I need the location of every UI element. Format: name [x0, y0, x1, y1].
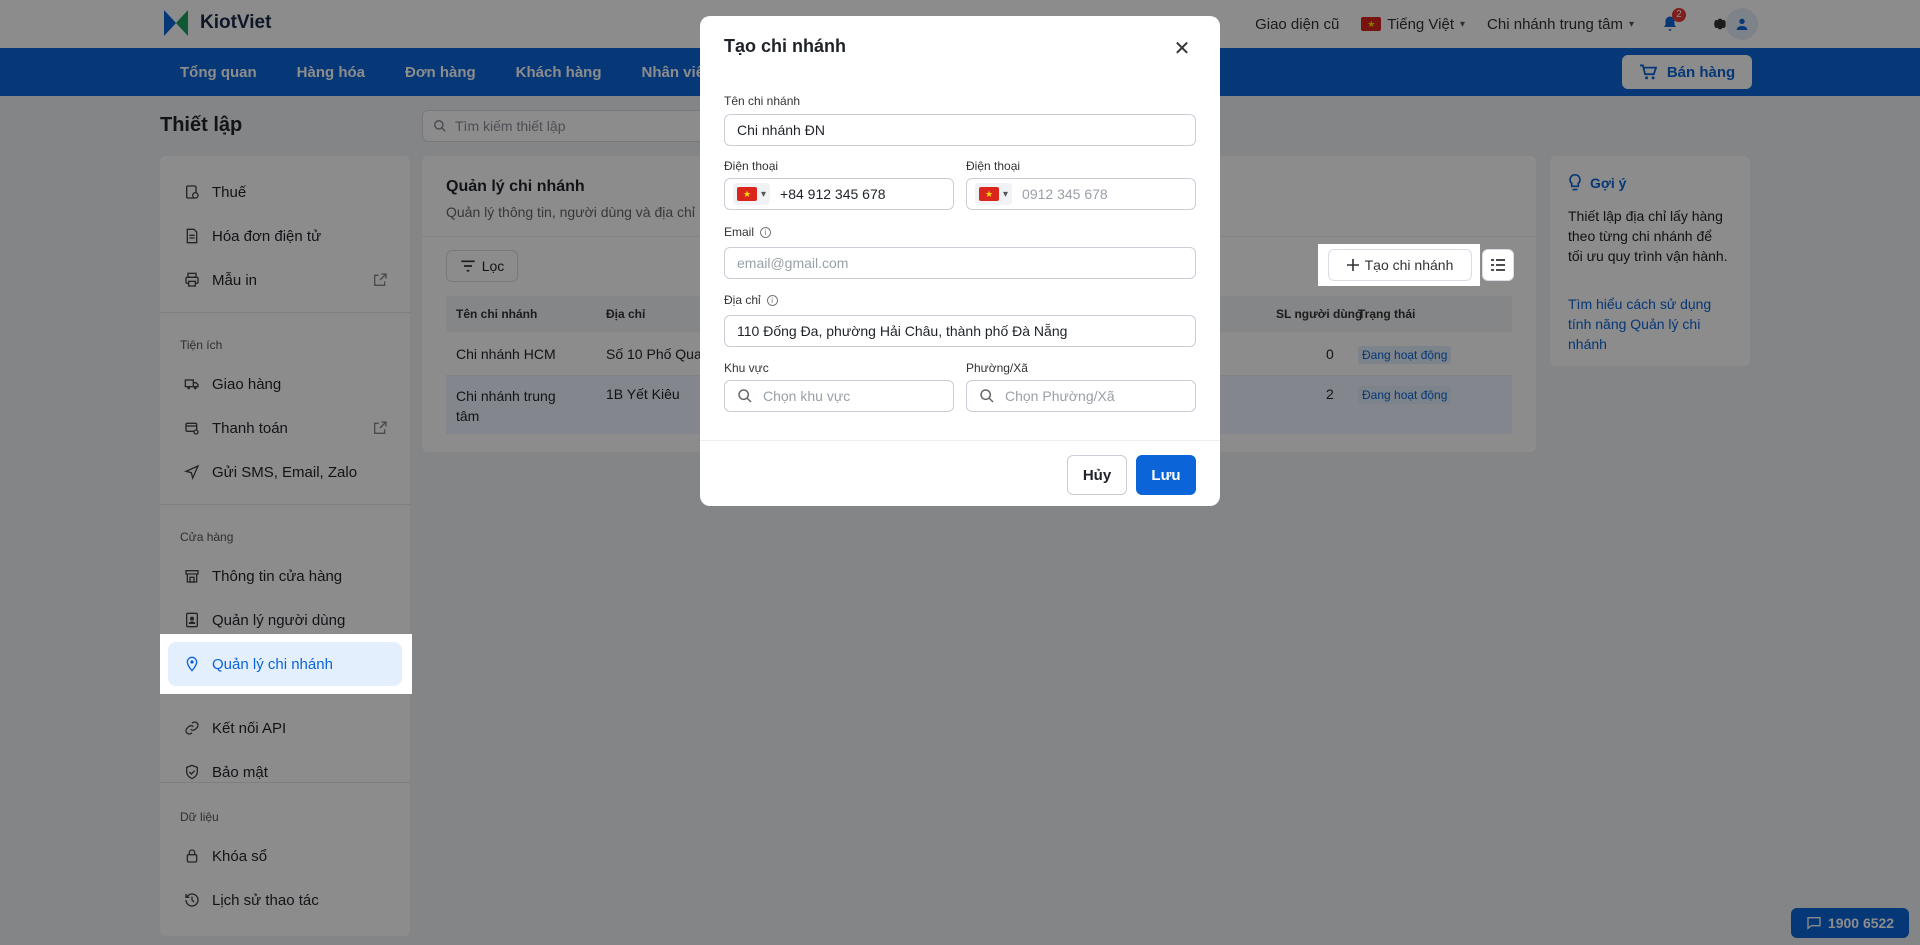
create-branch-label: Tạo chi nhánh — [1364, 257, 1454, 273]
chevron-down-icon: ▾ — [1003, 188, 1009, 200]
vietnam-flag-icon — [737, 187, 757, 201]
region-label: Khu vực — [724, 361, 769, 375]
address-input[interactable]: 110 Đống Đa, phường Hải Châu, thành phố … — [724, 315, 1196, 347]
search-icon — [980, 389, 994, 403]
create-branch-button[interactable]: Tạo chi nhánh — [1328, 249, 1472, 281]
input-placeholder: Chọn khu vực — [763, 388, 851, 404]
create-branch-modal: Tạo chi nhánh ✕ Tên chi nhánh Chi nhánh … — [700, 16, 1220, 506]
active-sidebar-highlight: Quản lý chi nhánh — [160, 634, 412, 694]
modal-title: Tạo chi nhánh — [724, 36, 847, 56]
label-text: Phường/Xã — [966, 361, 1028, 375]
chevron-down-icon: ▾ — [761, 188, 767, 200]
input-value: +84 912 345 678 — [780, 186, 886, 202]
label-text: Email — [724, 225, 755, 239]
info-icon[interactable]: i — [766, 294, 778, 306]
cancel-button[interactable]: Hủy — [1067, 455, 1127, 495]
email-label: Email i — [724, 225, 772, 239]
branch-name-label: Tên chi nhánh — [724, 94, 800, 108]
label-text: Khu vực — [724, 361, 769, 375]
branch-name-input[interactable]: Chi nhánh ĐN — [724, 114, 1196, 146]
input-placeholder: email@gmail.com — [737, 255, 849, 271]
email-field[interactable]: email@gmail.com — [724, 247, 1196, 279]
phone1-input[interactable]: ▾ +84 912 345 678 — [724, 178, 954, 210]
input-value: 110 Đống Đa, phường Hải Châu, thành phố … — [737, 323, 1068, 339]
save-button[interactable]: Lưu — [1136, 455, 1196, 495]
label-text: Địa chỉ — [724, 293, 761, 307]
modal-footer-divider — [700, 440, 1220, 441]
info-icon[interactable]: i — [760, 226, 772, 238]
sidebar-item-branch-management[interactable]: Quản lý chi nhánh — [168, 642, 402, 686]
vietnam-flag-icon — [979, 187, 999, 201]
address-label: Địa chỉ i — [724, 293, 778, 307]
region-select[interactable]: Chọn khu vực — [724, 380, 954, 412]
search-icon — [738, 389, 752, 403]
plus-icon — [1346, 259, 1359, 271]
ward-label: Phường/Xã — [966, 361, 1028, 375]
input-value: Chi nhánh ĐN — [737, 122, 825, 138]
list-view-icon — [1491, 259, 1505, 271]
label-text: Tên chi nhánh — [724, 94, 801, 108]
country-code-selector[interactable]: ▾ — [733, 183, 771, 205]
phone2-input[interactable]: ▾ 0912 345 678 — [966, 178, 1196, 210]
country-code-selector[interactable]: ▾ — [975, 183, 1013, 205]
label-text: Điện thoại — [724, 159, 779, 173]
sidebar-item-label: Quản lý chi nhánh — [212, 655, 333, 673]
column-settings-button[interactable] — [1482, 249, 1514, 281]
input-placeholder: 0912 345 678 — [1022, 186, 1108, 202]
phone2-label: Điện thoại — [966, 159, 1020, 173]
label-text: Điện thoại — [966, 159, 1021, 173]
location-icon — [186, 656, 198, 672]
ward-select[interactable]: Chọn Phường/Xã — [966, 380, 1196, 412]
close-icon[interactable]: ✕ — [1168, 34, 1196, 62]
phone1-label: Điện thoại — [724, 159, 778, 173]
input-placeholder: Chọn Phường/Xã — [1005, 388, 1115, 404]
